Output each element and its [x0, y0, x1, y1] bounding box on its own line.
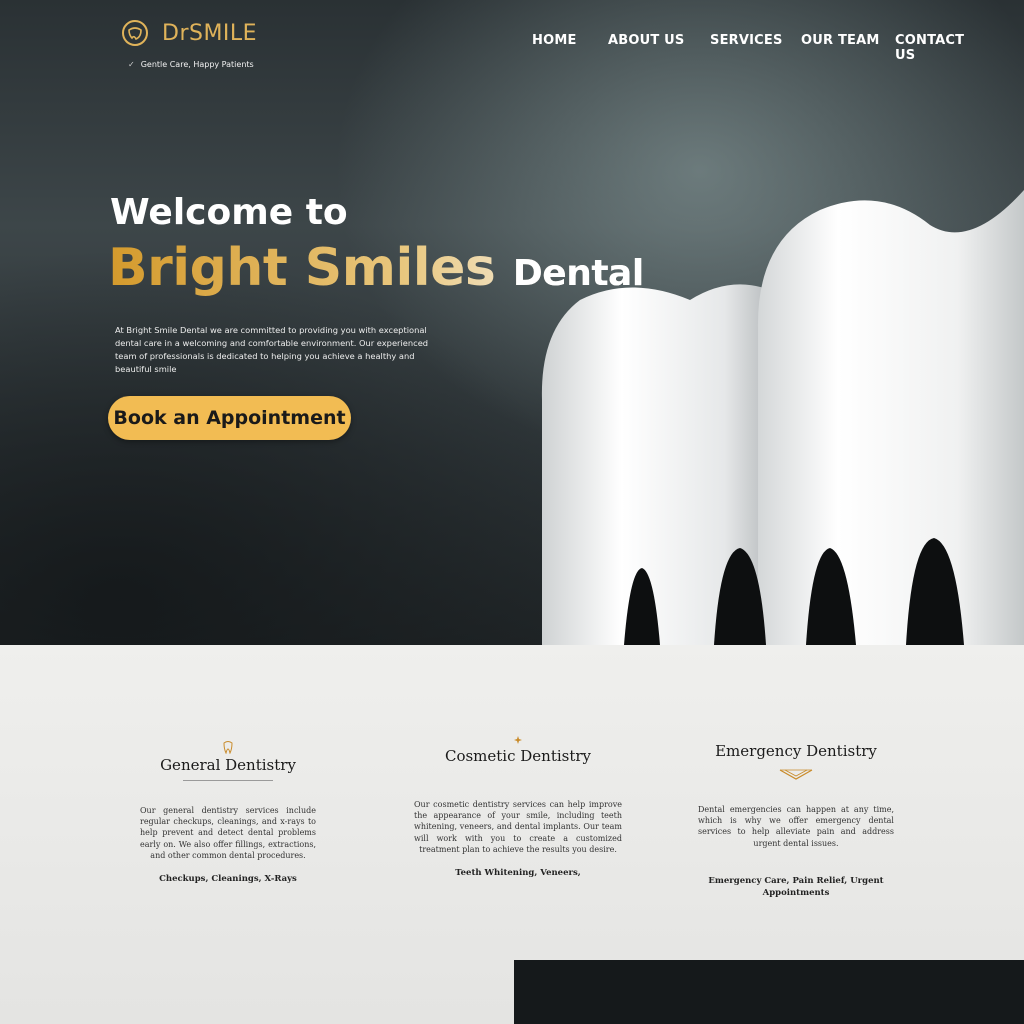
footer-dark-panel: [514, 960, 1024, 1024]
headline-main: Bright Smiles: [108, 238, 513, 298]
welcome-text: Welcome to: [110, 192, 348, 233]
hero-section: DrSMILE ✓ Gentle Care, Happy Patients HO…: [0, 0, 1024, 645]
hero-intro: At Bright Smile Dental we are committed …: [115, 325, 429, 374]
tick-icon: ✓: [128, 60, 135, 69]
service-description: Dental emergencies can happen at any tim…: [698, 805, 894, 848]
service-tags: Teeth Whitening, Veneers,: [455, 868, 581, 879]
book-appointment-button[interactable]: Book an Appointment: [108, 396, 351, 440]
nav-our-team[interactable]: OUR TEAM: [801, 33, 880, 48]
service-emergency: Emergency Dentistry Dental emergencies c…: [698, 740, 894, 899]
service-description: Our cosmetic dentistry services can help…: [414, 800, 622, 854]
nav-services[interactable]: SERVICES: [710, 33, 783, 48]
services-section: General Dentistry Our general dentistry …: [0, 645, 1024, 1024]
sparkle-icon: [514, 736, 522, 744]
brand-logo[interactable]: DrSMILE: [120, 18, 257, 48]
service-cosmetic: Cosmetic Dentistry Our cosmetic dentistr…: [414, 735, 622, 879]
service-general: General Dentistry Our general dentistry …: [140, 740, 316, 885]
service-title: General Dentistry: [160, 756, 296, 774]
service-title: Emergency Dentistry: [715, 742, 877, 760]
divider: [183, 780, 273, 781]
nav-home[interactable]: HOME: [532, 33, 577, 48]
nav-contact-us[interactable]: CONTACT US: [895, 33, 985, 63]
chevron-ornament-icon: [779, 769, 813, 780]
brand-name: DrSMILE: [162, 20, 258, 46]
service-tags: Checkups, Cleanings, X-Rays: [159, 874, 297, 885]
tooth-logo-icon: [122, 20, 148, 46]
service-tags: Emergency Care, Pain Relief, Urgent Appo…: [708, 875, 884, 898]
service-title: Cosmetic Dentistry: [444, 747, 592, 765]
tagline-text: Gentle Care, Happy Patients: [140, 60, 254, 69]
service-description: Our general dentistry services include r…: [140, 806, 316, 860]
teeth-illustration: [541, 190, 1024, 645]
nav-about-us[interactable]: ABOUT US: [608, 33, 685, 48]
tooth-outline-icon: [223, 741, 233, 754]
brand-tagline: ✓ Gentle Care, Happy Patients: [128, 60, 254, 69]
